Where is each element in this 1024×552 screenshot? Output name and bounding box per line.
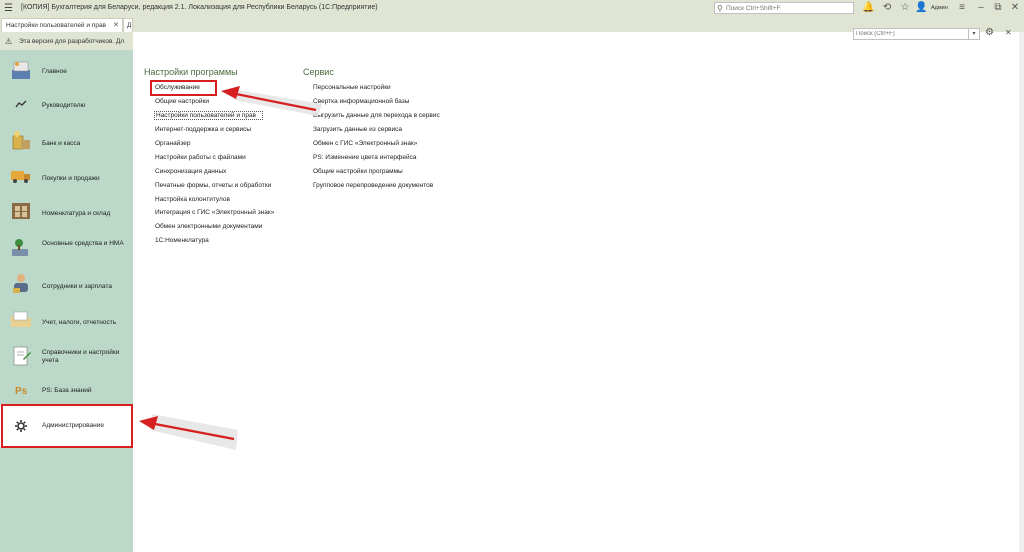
annotation-arrows [139,86,322,450]
arrow-to-administration [139,414,238,450]
arrow-to-maintenance [221,86,322,116]
